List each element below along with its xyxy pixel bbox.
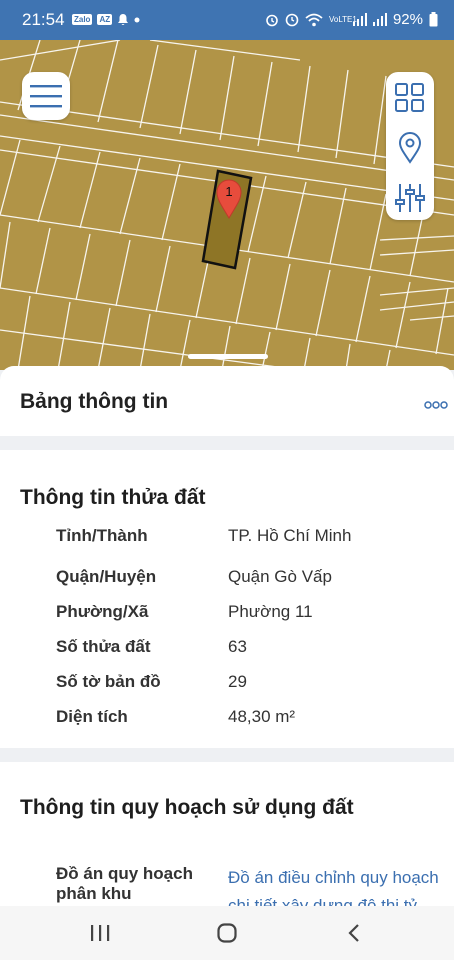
volte-label: VoLTE1 xyxy=(328,14,357,24)
row-value: TP. Hồ Chí Minh xyxy=(228,526,352,545)
status-bar: 21:54 Zalo AZ VoLTE1 92% xyxy=(0,0,454,40)
marker-label: 1 xyxy=(225,184,232,199)
recents-button[interactable] xyxy=(70,906,130,960)
bell-icon xyxy=(118,14,129,25)
grid-icon xyxy=(395,83,424,112)
menu-button[interactable] xyxy=(22,72,70,120)
map-pin-icon xyxy=(398,132,422,164)
planning-link-line2[interactable]: chi tiết xây dựng đô thị tỷ xyxy=(228,892,439,906)
status-time: 21:54 xyxy=(22,10,65,29)
battery-icon xyxy=(429,12,438,27)
clock-icon xyxy=(285,13,299,26)
sheet-title: Bảng thông tin xyxy=(20,390,169,413)
row-label: Tỉnh/Thành xyxy=(56,526,148,545)
planning-info-title: Thông tin quy hoạch sử dụng đất xyxy=(20,796,354,819)
zalo-icon: Zalo xyxy=(72,14,93,25)
row-value: Phường 11 xyxy=(228,602,313,621)
sheet-drag-handle[interactable] xyxy=(188,354,268,359)
dot-icon xyxy=(134,17,140,22)
row-label: Số tờ bản đồ xyxy=(56,672,161,691)
notification-icons: Zalo AZ xyxy=(72,13,140,26)
planning-label-line1: Đồ án quy hoạch xyxy=(56,864,193,883)
sheet-header: Bảng thông tin xyxy=(0,366,454,436)
back-icon xyxy=(348,924,359,942)
row-value: 29 xyxy=(228,672,247,691)
recents-icon xyxy=(91,925,110,941)
layers-button[interactable] xyxy=(386,74,434,122)
more-dots-icon xyxy=(424,401,448,409)
home-icon xyxy=(217,923,237,943)
row-label: Số thửa đất xyxy=(56,637,151,656)
filter-button[interactable] xyxy=(386,174,434,222)
row-value: 48,30 m² xyxy=(228,707,296,726)
signal-icon-2 xyxy=(372,13,387,26)
planning-info-card: Thông tin quy hoạch sử dụng đất Đồ án qu… xyxy=(0,762,454,906)
signal-icon xyxy=(352,13,367,26)
planning-label-line2: phân khu xyxy=(56,884,132,903)
status-right: VoLTE1 92% xyxy=(265,11,438,28)
row-label: Diện tích xyxy=(56,707,128,726)
row-label: Quận/Huyện xyxy=(56,567,157,586)
planning-link-line1[interactable]: Đồ án điều chỉnh quy hoạch xyxy=(228,864,439,892)
row-label: Phường/Xã xyxy=(56,602,149,621)
location-button[interactable] xyxy=(386,124,434,172)
parcel-info-title: Thông tin thửa đất xyxy=(20,486,206,509)
hamburger-icon xyxy=(30,85,62,108)
battery-percent: 92% xyxy=(392,11,423,28)
row-value: Quận Gò Vấp xyxy=(228,567,332,586)
parcel-info-card: Thông tin thửa đất Tỉnh/Thành TP. Hồ Chí… xyxy=(0,450,454,748)
wifi-icon xyxy=(305,13,323,26)
back-button[interactable] xyxy=(324,906,384,960)
more-button[interactable] xyxy=(424,396,448,414)
az-icon: AZ xyxy=(97,14,113,25)
alarm-icon xyxy=(266,14,278,26)
map-tools-panel xyxy=(386,72,434,220)
home-button[interactable] xyxy=(197,906,257,960)
info-sheet: Bảng thông tin Thông tin thửa đất Tỉnh/T… xyxy=(0,366,454,906)
planning-row-label: Đồ án quy hoạch phân khu xyxy=(56,864,193,904)
row-value: 63 xyxy=(228,637,247,656)
sliders-icon xyxy=(395,184,425,212)
planning-link[interactable]: Đồ án điều chỉnh quy hoạch chi tiết xây … xyxy=(228,864,439,906)
android-nav-bar xyxy=(0,906,454,960)
